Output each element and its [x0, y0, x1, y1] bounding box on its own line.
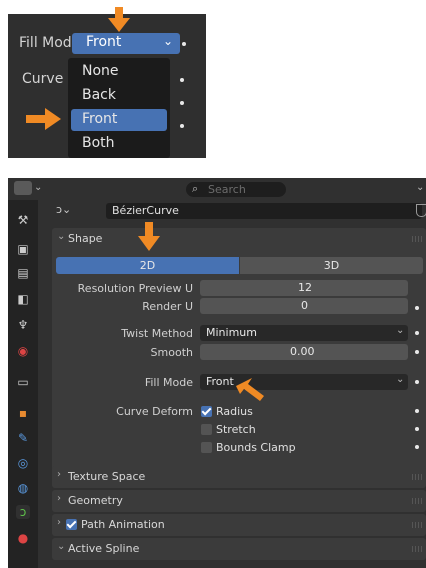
- dropdown-option-both[interactable]: Both: [68, 133, 170, 155]
- fake-user-shield-icon[interactable]: [416, 204, 426, 217]
- chevron-down-icon: ⌄: [162, 34, 173, 48]
- properties-tab-bar: ⚒ ▣ ▤ ◧ ♆ ◉ ▭ ▪ ✎ ◎ ◍ ↄ ●: [8, 200, 38, 568]
- chevron-down-icon[interactable]: ⌄: [34, 182, 42, 193]
- object-icon[interactable]: ▪: [16, 406, 30, 420]
- fill-mode-select[interactable]: Front ⌄: [72, 33, 180, 54]
- chevron-down-icon: ⌄: [396, 374, 405, 385]
- render-icon[interactable]: ▣: [16, 242, 30, 256]
- dropdown-option-front[interactable]: Front: [71, 109, 167, 131]
- keyframe-dot-icon[interactable]: [415, 350, 419, 354]
- properties-header: ⌄ ⌕ Search ⌄: [8, 178, 426, 200]
- keyframe-dot-icon[interactable]: [415, 331, 419, 335]
- keyframe-dot-icon[interactable]: [415, 427, 419, 431]
- keyframe-dot-icon[interactable]: [415, 306, 419, 310]
- keyframe-dot-icon[interactable]: [415, 380, 419, 384]
- annotation-arrow-down-icon: [108, 7, 130, 32]
- chevron-down-icon: ⌄: [57, 541, 66, 552]
- stretch-label: Stretch: [216, 423, 256, 436]
- annotation-arrow-down-icon: [138, 222, 160, 251]
- resolution-preview-field[interactable]: 12: [200, 280, 408, 296]
- path-animation-checkbox[interactable]: [66, 519, 77, 530]
- drag-handle-icon[interactable]: [412, 522, 422, 528]
- radius-checkbox[interactable]: [201, 406, 212, 417]
- tab-2d[interactable]: 2D: [56, 257, 239, 274]
- chevron-right-icon: ›: [57, 469, 61, 480]
- search-input[interactable]: ⌕ Search: [186, 182, 286, 197]
- bounds-clamp-checkbox[interactable]: [201, 442, 212, 453]
- chevron-right-icon: ›: [57, 517, 61, 528]
- world-icon[interactable]: ◉: [16, 344, 30, 358]
- curve-data-icon[interactable]: ↄ: [16, 505, 30, 519]
- annotation-arrow-right-icon: [26, 108, 61, 130]
- twist-method-label: Twist Method: [121, 327, 193, 340]
- properties-panel: ⌄ ⌕ Search ⌄ ⚒ ▣ ▤ ◧ ♆ ◉ ▭ ▪ ✎ ◎ ◍ ↄ ● ↄ…: [8, 178, 426, 568]
- physics-icon[interactable]: ◍: [16, 481, 30, 495]
- keyframe-dot-icon[interactable]: [180, 101, 184, 105]
- chevron-down-icon[interactable]: ⌄: [416, 182, 424, 193]
- dropdown-option-none[interactable]: None: [68, 61, 170, 83]
- keyframe-dot-icon[interactable]: [180, 124, 184, 128]
- smooth-label: Smooth: [150, 346, 193, 359]
- tab-3d[interactable]: 3D: [240, 257, 423, 274]
- chevron-down-icon: ⌄: [396, 325, 405, 336]
- keyframe-dot-icon[interactable]: [182, 42, 186, 46]
- data-name-field[interactable]: BézierCurve: [106, 203, 422, 219]
- material-icon[interactable]: ●: [16, 531, 30, 545]
- modifier-wrench-icon[interactable]: ✎: [16, 431, 30, 445]
- view-layer-icon[interactable]: ◧: [16, 292, 30, 306]
- section-header-active-spline[interactable]: ⌄ Active Spline: [52, 538, 426, 560]
- search-icon: ⌕: [192, 182, 199, 195]
- render-u-label: Render U: [142, 300, 193, 313]
- chevron-right-icon: ›: [57, 493, 61, 504]
- smooth-field[interactable]: 0.00: [200, 344, 408, 360]
- annotation-arrow-upleft-icon: [236, 378, 264, 401]
- drag-handle-icon[interactable]: [412, 546, 422, 552]
- section-header-geometry[interactable]: › Geometry: [52, 490, 426, 512]
- editor-type-icon[interactable]: [14, 181, 32, 195]
- particles-icon[interactable]: ◎: [16, 456, 30, 470]
- stretch-checkbox[interactable]: [201, 424, 212, 435]
- radius-label: Radius: [216, 405, 253, 418]
- tool-icon[interactable]: ⚒: [16, 213, 30, 227]
- section-header-texture-space[interactable]: › Texture Space: [52, 466, 426, 488]
- drag-handle-icon[interactable]: [412, 498, 422, 504]
- keyframe-dot-icon[interactable]: [180, 78, 184, 82]
- fill-mode-dropdown-crop: Fill Mode Front ⌄ Curve ... None Back Fr…: [8, 14, 206, 158]
- dropdown-option-back[interactable]: Back: [68, 85, 170, 107]
- fill-mode-select[interactable]: Front ⌄: [200, 374, 408, 390]
- fill-mode-select-value: Front: [86, 34, 122, 50]
- scene-icon[interactable]: ♆: [16, 318, 30, 332]
- bounds-clamp-label: Bounds Clamp: [216, 441, 296, 454]
- keyframe-dot-icon[interactable]: [415, 409, 419, 413]
- resolution-preview-label: Resolution Preview U: [77, 282, 193, 295]
- keyframe-dot-icon[interactable]: [415, 445, 419, 449]
- fill-mode-label: Fill Mode: [144, 376, 193, 389]
- chevron-down-icon: ⌄: [57, 231, 66, 242]
- section-header-path-animation[interactable]: › Path Animation: [52, 514, 426, 536]
- curve-deform-label: Curve Deform: [116, 405, 193, 418]
- twist-method-select[interactable]: Minimum ⌄: [200, 325, 408, 341]
- drag-handle-icon[interactable]: [412, 474, 422, 480]
- render-u-field[interactable]: 0: [200, 298, 408, 314]
- drag-handle-icon[interactable]: [412, 236, 422, 242]
- collection-icon[interactable]: ▭: [16, 375, 30, 389]
- output-icon[interactable]: ▤: [16, 266, 30, 280]
- object-data-row: ↄ⌄ BézierCurve: [38, 200, 426, 222]
- fill-mode-dropdown-menu: None Back Front Both: [68, 58, 170, 158]
- curve-data-type-icon[interactable]: ↄ⌄: [56, 203, 71, 216]
